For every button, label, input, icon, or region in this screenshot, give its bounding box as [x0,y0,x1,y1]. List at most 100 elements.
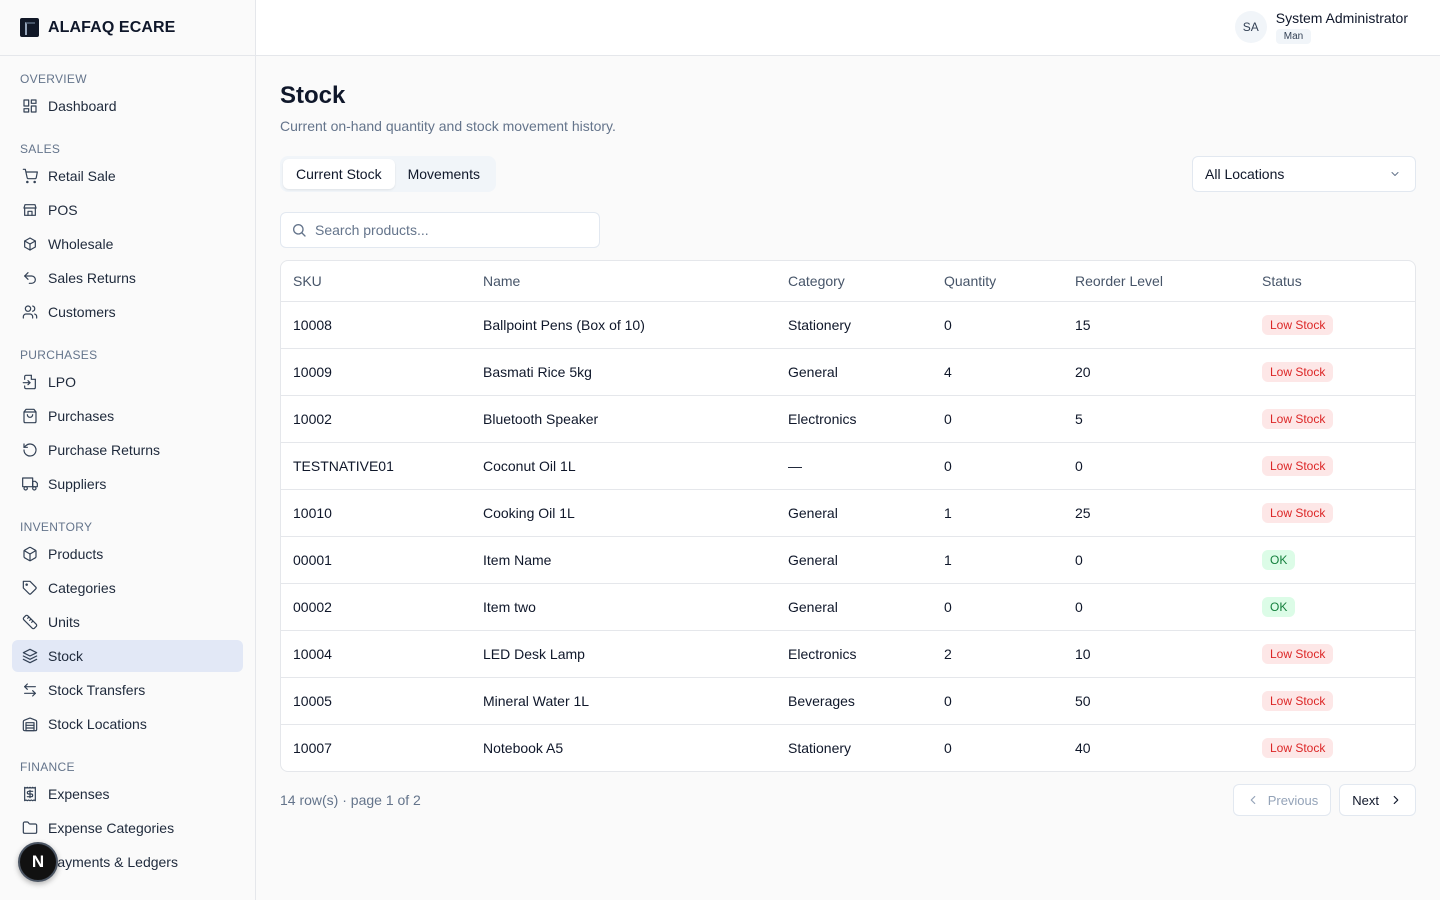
sidebar-nav: OVERVIEW Dashboard SALES Retail Sale POS Whol… [0,56,255,878]
table-row[interactable]: TESTNATIVE01 Coconut Oil 1L —0 0 Low Stock [281,442,1415,490]
table-row[interactable]: 00001 Item Name General 1 0 OK [281,536,1415,584]
sidebar-item-label: Units [48,614,80,630]
floating-n-button[interactable]: N [18,842,58,882]
next-label: Next [1352,792,1379,808]
cell-sku: 10007 [293,739,332,756]
sidebar-item-suppliers[interactable]: Suppliers [12,468,243,500]
sidebar-item-categories[interactable]: Categories [12,572,243,604]
search-box[interactable] [280,212,600,248]
search-icon [293,224,306,237]
rotate-icon [22,442,38,458]
table-row[interactable]: 10004 LED Desk Lamp Electronics 2 10 Low Stoc… [281,630,1415,678]
table-row[interactable]: 10002 Bluetooth Speaker Electronics 0 5 Low S… [281,395,1415,443]
table-row[interactable]: 10005 Mineral Water 1L Beverages 0 50 Low Sto… [281,677,1415,725]
table-row[interactable]: 10008 Ballpoint Pens (Box of 10) Stationer… [281,301,1415,349]
cell-quantity: 0 [932,442,1063,490]
stock-tabs: Current Stock Movements [280,156,496,192]
cell-name: Bluetooth Speaker [471,395,776,443]
sidebar-item-label: LPO [48,374,77,390]
cell-name: Cooking Oil 1L [471,489,776,537]
cell-status: Low Stock [1250,301,1415,349]
location-select[interactable]: All Locations [1192,156,1416,192]
sidebar-item-pos[interactable]: POS [12,194,243,226]
sidebar-section-sales: SALES [20,142,61,156]
cell-quantity: 2 [932,630,1063,678]
sidebar-item-products[interactable]: Products [12,538,243,570]
sidebar-item-label: Expense Categories [48,820,175,836]
sidebar-item-label: Customers [48,304,116,320]
folder-icon [22,820,38,836]
cell-sku: 10002 [281,395,471,443]
sidebar-item-purchase-returns[interactable]: Purchase Returns [12,434,243,466]
status-badge: OK [1262,549,1296,570]
sidebar-item-label: Stock Locations [48,716,147,732]
sidebar-item-stock-locations[interactable]: Stock Locations [12,708,243,740]
status-badge: Low Stock [1262,737,1334,758]
sidebar-item-wholesale[interactable]: Wholesale [12,228,243,260]
sidebar-item-retail-sale[interactable]: Retail Sale [12,160,243,192]
sidebar-item-purchases[interactable]: Purchases [12,400,243,432]
status-badge: Low Stock [1262,690,1334,711]
cell-quantity: 0 [932,583,1063,631]
cell-quantity: 0 [932,301,1063,349]
table-row[interactable]: 00002 Item two General 0 0 OK [281,583,1415,631]
previous-page-button[interactable]: Previous [1232,784,1332,816]
cell-sku: 10004 [281,630,471,678]
cell-category: General [776,348,932,396]
sidebar-item-dashboard[interactable]: Dashboard [12,90,243,122]
table-row[interactable]: 10007 Notebook A5 Stationery 0 40 Low Stock [281,724,1415,771]
cell-quantity: 1 [932,536,1063,584]
cell-category: General [776,583,932,631]
cell-status: Low Stock [1250,348,1415,396]
sidebar-item-expenses[interactable]: Expenses [12,778,243,810]
sidebar-item-sales-returns[interactable]: Sales Returns [12,262,243,294]
cell-quantity: 4 [932,348,1063,396]
search-input[interactable] [315,222,585,238]
stock-table: SKU Name Category Quantity Reorder Level… [280,260,1416,772]
cell-category: Beverages [776,677,932,725]
column-header-status: Status [1250,261,1415,302]
status-badge: Low Stock [1262,455,1334,476]
tag-icon [22,580,38,596]
sidebar-section-finance: FINANCE [20,760,75,774]
brand[interactable]: ALAFAQ ECARE [0,0,255,56]
cell-reorder-level: 15 [1063,301,1250,349]
sidebar-item-expense-categories[interactable]: Expense Categories [12,812,243,844]
sidebar-item-label: Purchases [48,408,115,424]
brand-name: ALAFAQ ECARE [48,18,176,36]
user-menu[interactable]: SA System Administrator Man [1234,10,1408,44]
cell-status: Low Stock [1250,442,1415,490]
sidebar-item-label: Purchase Returns [48,442,161,458]
cell-status: OK [1250,536,1415,584]
cell-reorder-level: 20 [1063,348,1250,396]
cell-category: Stationery [776,301,932,349]
sidebar-item-stock-transfers[interactable]: Stock Transfers [12,674,243,706]
sidebar-item-stock[interactable]: Stock [12,640,243,672]
avatar: SA [1234,11,1267,43]
cell-name: Notebook A5 [483,739,564,756]
sidebar-item-lpo[interactable]: LPO [12,366,243,398]
table-row[interactable]: 10009 Basmati Rice 5kg General 4 20 Low Stock [281,348,1415,396]
cell-name: Ballpoint Pens (Box of 10) [471,301,776,349]
package-icon [22,546,38,562]
sidebar-item-customers[interactable]: Customers [12,296,243,328]
cell-status: Low Stock [1250,630,1415,678]
sidebar-section-inventory: INVENTORY [20,520,93,534]
cell-sku: 10009 [281,348,471,396]
chevron-right-icon [1393,795,1399,805]
table-row[interactable]: 10010 Cooking Oil 1L General 1 25 Low Stock [281,489,1415,537]
tab-current-stock[interactable]: Current Stock [283,159,395,189]
cell-reorder-level: 0 [1063,536,1250,584]
next-page-button[interactable]: Next [1339,784,1416,816]
sidebar-item-units[interactable]: Units [12,606,243,638]
column-header-quantity: Quantity [932,261,1063,302]
cell-quantity: 0 [932,677,1063,725]
sidebar-item-label: Categories [48,580,116,596]
cell-category: Stationery [788,739,852,756]
cell-category: General [776,536,932,584]
tab-movements[interactable]: Movements [395,159,493,189]
file-import-icon [22,374,38,390]
truck-icon [22,476,38,492]
cell-category: Electronics [776,630,932,678]
dashboard-icon [22,98,38,114]
